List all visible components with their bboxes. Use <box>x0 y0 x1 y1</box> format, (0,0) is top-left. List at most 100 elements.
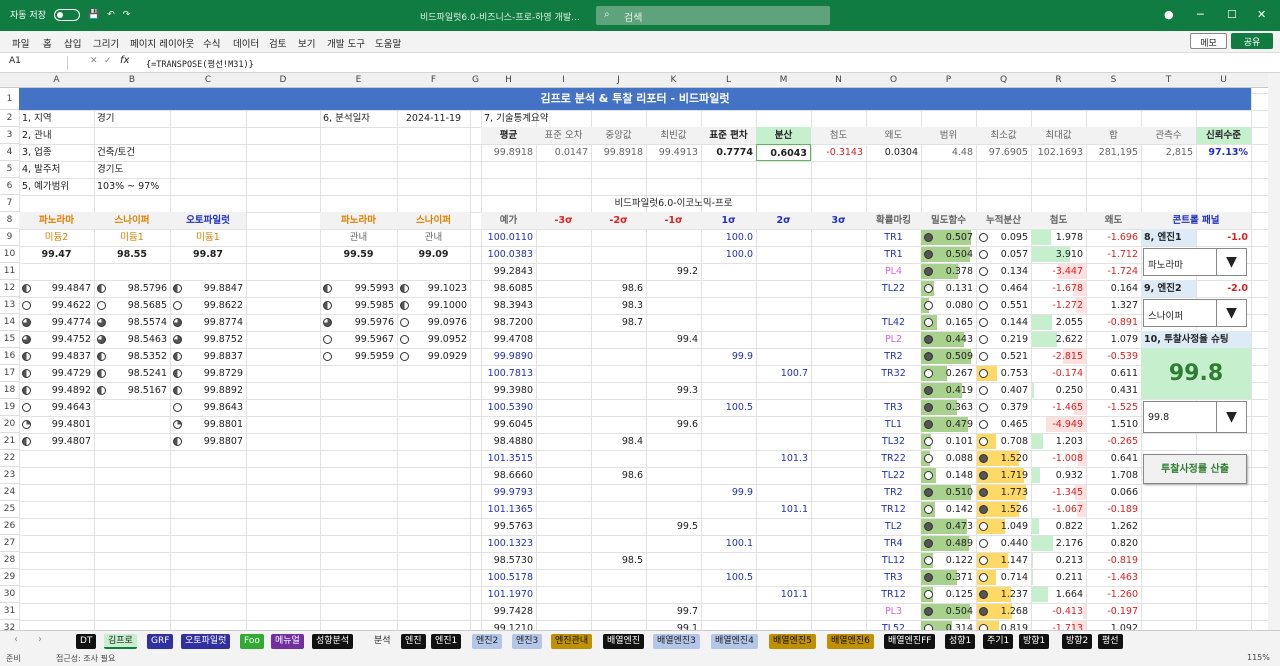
minimize-button[interactable]: ─ <box>1197 8 1204 21</box>
sigma-neg3[interactable] <box>536 518 591 535</box>
data-value[interactable]: 98.5352 <box>94 348 170 365</box>
stats-value[interactable]: 99.4913 <box>646 144 701 161</box>
sigma-3[interactable] <box>811 586 866 603</box>
tab-sheet[interactable]: 엔진관내 <box>551 634 593 649</box>
density-value[interactable]: 0.131 <box>921 280 976 297</box>
cumulative-value[interactable]: 0.819 <box>976 620 1031 630</box>
tab-sheet[interactable]: 엔진2 <box>472 634 503 649</box>
sigma-neg2[interactable] <box>591 365 646 382</box>
expected-price[interactable]: 101.1365 <box>481 501 536 518</box>
cumulative-value[interactable]: 1.237 <box>976 586 1031 603</box>
sigma-neg1[interactable] <box>646 569 701 586</box>
row-header[interactable]: 16 <box>0 348 19 365</box>
sigma-3[interactable] <box>811 399 866 416</box>
expected-price[interactable]: 98.6085 <box>481 280 536 297</box>
probability-mark[interactable] <box>866 297 921 314</box>
expected-price[interactable]: 99.4708 <box>481 331 536 348</box>
column-header[interactable]: R <box>1031 75 1086 85</box>
kurtosis-value[interactable]: 0.213 <box>1031 552 1086 569</box>
sigma-2[interactable]: 101.3 <box>756 450 811 467</box>
stats-value[interactable]: 102.1693 <box>1031 144 1086 161</box>
stats-value[interactable]: 0.0147 <box>536 144 591 161</box>
stats-summary-title[interactable]: 7, 기술통계요약 <box>481 110 701 127</box>
subtitle[interactable]: 비드파일럿6.0-이코노믹-프로 <box>481 195 866 212</box>
expected-price[interactable]: 99.9890 <box>481 348 536 365</box>
stats-value[interactable]: 4.48 <box>921 144 976 161</box>
info-value[interactable]: 103% ~ 97% <box>94 178 246 195</box>
data-value[interactable]: 98.5167 <box>94 382 170 399</box>
data-value[interactable]: 99.4643 <box>19 399 94 416</box>
info-label[interactable]: 2, 관내 <box>19 127 94 144</box>
header-panorama-2[interactable]: 파노라마 <box>320 212 397 229</box>
sigma-3[interactable] <box>811 518 866 535</box>
autosave-toggle[interactable] <box>53 8 80 21</box>
tab-sheet[interactable]: 배열엔진3 <box>653 634 700 649</box>
sigma-neg3[interactable] <box>536 263 591 280</box>
cumulative-value[interactable]: 0.551 <box>976 297 1031 314</box>
sigma-3[interactable] <box>811 331 866 348</box>
sigma-neg3[interactable] <box>536 484 591 501</box>
column-header[interactable]: S <box>1086 75 1141 85</box>
row-header[interactable]: 18 <box>0 382 19 399</box>
density-value[interactable]: 0.363 <box>921 399 976 416</box>
sigma-3[interactable] <box>811 501 866 518</box>
cumulative-value[interactable]: 0.407 <box>976 382 1031 399</box>
probability-mark[interactable]: TR1 <box>866 246 921 263</box>
header-sniper-2[interactable]: 스나이퍼 <box>397 212 470 229</box>
tab-sheet[interactable]: 배열엔진6 <box>827 634 874 649</box>
sigma-neg2[interactable]: 98.7 <box>591 314 646 331</box>
tab-sheet[interactable]: 메뉴얼 <box>271 634 304 649</box>
sigma-neg1[interactable] <box>646 552 701 569</box>
sigma-neg2[interactable] <box>591 501 646 518</box>
stats-header[interactable]: 최빈값 <box>646 127 701 144</box>
sigma-neg3[interactable] <box>536 450 591 467</box>
stats-header[interactable]: 신뢰수준 <box>1196 127 1251 144</box>
tab-sheet[interactable]: 주기1 <box>983 634 1014 649</box>
right-header[interactable]: 확률마킹 <box>866 212 921 229</box>
sigma-2[interactable]: 101.1 <box>756 586 811 603</box>
row-header[interactable]: 8 <box>0 212 19 229</box>
sigma-2[interactable] <box>756 620 811 630</box>
sigma-3[interactable] <box>811 314 866 331</box>
sigma-neg1[interactable] <box>646 280 701 297</box>
probability-mark[interactable]: TL42 <box>866 314 921 331</box>
tab-sheet[interactable]: 방향2 <box>1062 634 1093 649</box>
tab-sheet[interactable]: 성향분석 <box>312 634 354 649</box>
probability-mark[interactable]: TL1 <box>866 416 921 433</box>
expected-price[interactable]: 100.7813 <box>481 365 536 382</box>
row-header[interactable]: 4 <box>0 144 19 161</box>
cumulative-value[interactable]: 0.464 <box>976 280 1031 297</box>
sigma-neg1[interactable]: 99.1 <box>646 620 701 630</box>
density-value[interactable]: 0.473 <box>921 518 976 535</box>
expected-price[interactable]: 98.4880 <box>481 433 536 450</box>
expected-price[interactable]: 101.1970 <box>481 586 536 603</box>
info-value[interactable]: 경기 <box>94 110 246 127</box>
sigma-neg3[interactable] <box>536 569 591 586</box>
row-header[interactable]: 15 <box>0 331 19 348</box>
chevron-down-icon[interactable]: ▼ <box>1216 300 1246 326</box>
column-header[interactable]: I <box>536 75 591 85</box>
name-box[interactable]: A1 <box>6 56 68 70</box>
expected-price[interactable]: 99.1210 <box>481 620 536 630</box>
kurtosis-value[interactable]: -1.678 <box>1031 280 1086 297</box>
sigma-1[interactable] <box>701 552 756 569</box>
data-value[interactable]: 99.4847 <box>19 280 94 297</box>
skewness-value[interactable]: 0.164 <box>1086 280 1141 297</box>
kurtosis-value[interactable]: -0.413 <box>1031 603 1086 620</box>
sigma-2[interactable] <box>756 552 811 569</box>
sigma-2[interactable] <box>756 246 811 263</box>
sigma-neg3[interactable] <box>536 535 591 552</box>
cumulative-value[interactable]: 0.708 <box>976 433 1031 450</box>
density-value[interactable]: 0.267 <box>921 365 976 382</box>
skewness-value[interactable]: -1.712 <box>1086 246 1141 263</box>
sigma-neg2[interactable]: 98.6 <box>591 280 646 297</box>
stats-value[interactable]: 0.7774 <box>701 144 756 161</box>
kurtosis-value[interactable]: -1.272 <box>1031 297 1086 314</box>
row-header[interactable]: 22 <box>0 450 19 467</box>
right-header[interactable]: -2σ <box>591 212 646 229</box>
sub-medium1[interactable]: 미듐1 <box>94 229 170 246</box>
sigma-neg3[interactable] <box>536 331 591 348</box>
stats-header[interactable]: 표준 오차 <box>536 127 591 144</box>
sigma-neg2[interactable] <box>591 229 646 246</box>
density-value[interactable]: 0.504 <box>921 246 976 263</box>
